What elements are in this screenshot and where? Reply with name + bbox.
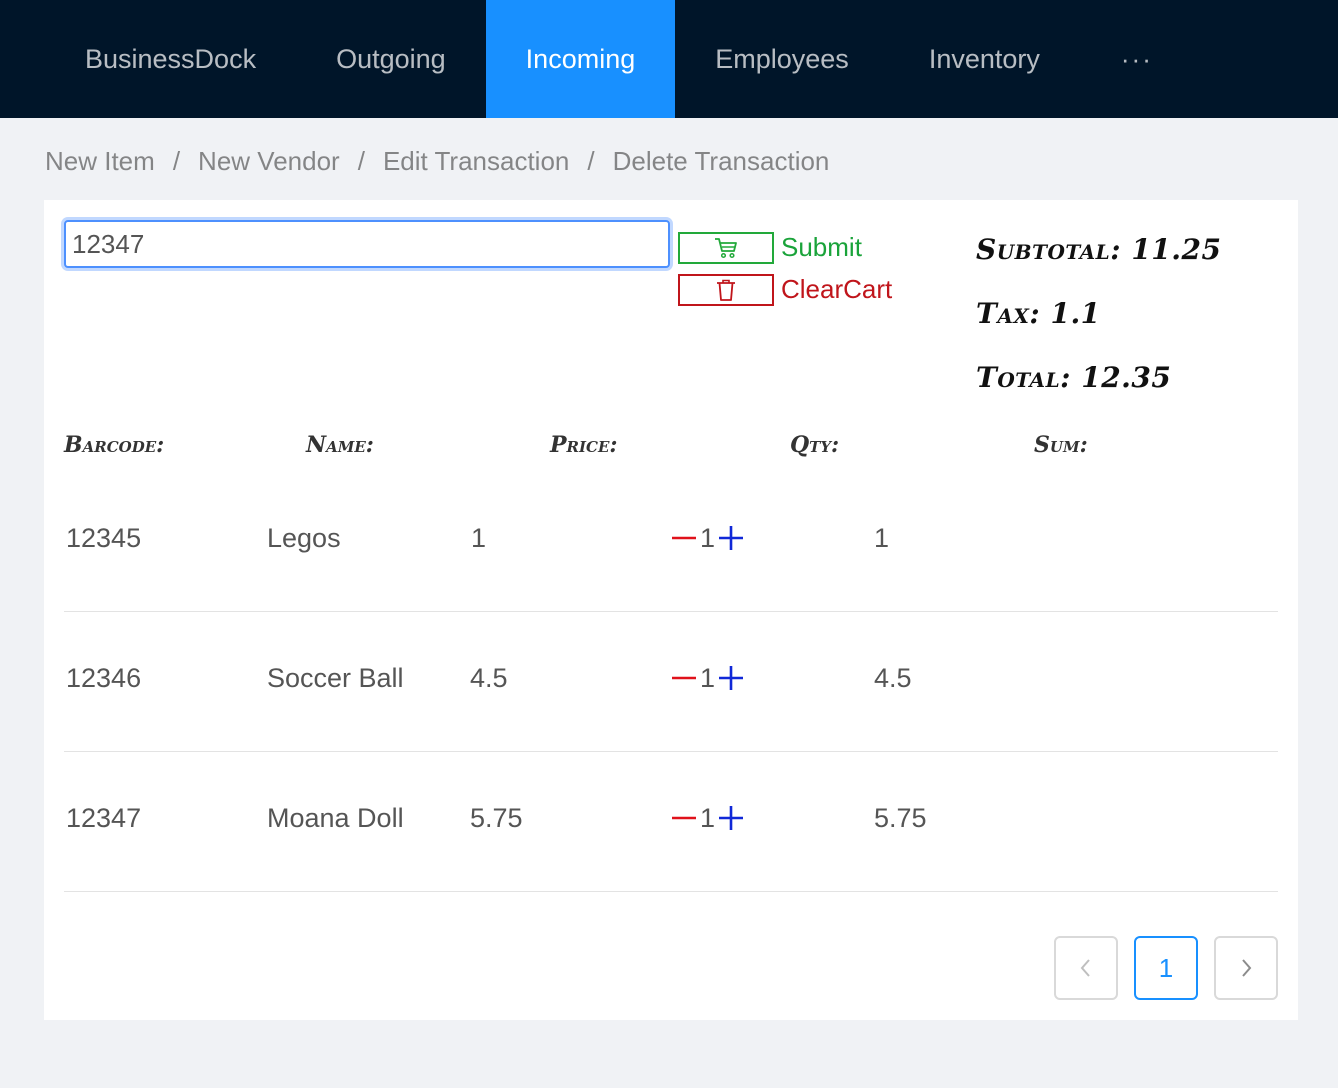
- breadcrumb-new-vendor[interactable]: New Vendor: [198, 146, 340, 177]
- cell-price: 4.5: [470, 663, 508, 693]
- qty-value: 1: [700, 802, 716, 833]
- breadcrumb-separator: /: [357, 145, 365, 176]
- cell-barcode: 12347: [66, 803, 142, 833]
- column-header-price: Price:: [550, 432, 618, 458]
- tax-text: Tax: 1.1: [976, 297, 1101, 330]
- qty-value: 1: [700, 662, 716, 693]
- column-header-sum: Sum:: [1034, 432, 1088, 458]
- column-header-barcode: Barcode:: [64, 432, 165, 458]
- totals-summary: Subtotal: 11.25 Tax: 1.1 Total: 12.35: [976, 230, 1222, 422]
- breadcrumb-separator: /: [587, 145, 595, 176]
- plus-icon[interactable]: [717, 524, 745, 552]
- plus-icon[interactable]: [717, 804, 745, 832]
- pagination-next-button[interactable]: [1214, 936, 1278, 1000]
- minus-icon[interactable]: [670, 664, 698, 692]
- clear-cart-label[interactable]: ClearCart: [781, 274, 892, 305]
- nav-item-outgoing[interactable]: Outgoing: [296, 0, 486, 118]
- transaction-panel: Submit ClearCart Subtotal: 11.25 Tax: 1.…: [44, 200, 1298, 1020]
- subtotal-text: Subtotal: 11.25: [976, 233, 1222, 266]
- pagination-prev-button[interactable]: [1054, 936, 1118, 1000]
- cart-icon: [715, 238, 737, 259]
- cell-name: Soccer Ball: [267, 663, 404, 693]
- minus-icon[interactable]: [670, 804, 698, 832]
- submit-label[interactable]: Submit: [781, 232, 862, 263]
- qty-value: 1: [700, 522, 716, 553]
- cell-name: Moana Doll: [267, 803, 404, 833]
- chevron-right-icon: [1242, 959, 1252, 977]
- nav-item-employees[interactable]: Employees: [675, 0, 889, 118]
- qty-stepper: 1: [670, 752, 745, 884]
- pagination-page-1[interactable]: 1: [1134, 936, 1198, 1000]
- barcode-input[interactable]: [64, 220, 670, 268]
- cell-sum: 1: [874, 523, 890, 553]
- total-text: Total: 12.35: [976, 361, 1172, 394]
- qty-stepper: 1: [670, 472, 745, 604]
- cell-name: Legos: [267, 523, 341, 553]
- breadcrumb-separator: /: [172, 145, 181, 176]
- table-row: 12346 Soccer Ball 4.5 1 4.5: [64, 612, 1278, 752]
- cell-price: 5.75: [470, 803, 523, 833]
- qty-stepper: 1: [670, 612, 745, 744]
- top-navigation: BusinessDock Outgoing Incoming Employees…: [0, 0, 1338, 118]
- cell-price: 1: [471, 523, 487, 553]
- plus-icon[interactable]: [717, 664, 745, 692]
- breadcrumb-delete-transaction[interactable]: Delete Transaction: [613, 146, 830, 177]
- table-row: 12345 Legos 1 1 1: [64, 472, 1278, 612]
- breadcrumb-edit-transaction[interactable]: Edit Transaction: [383, 146, 569, 177]
- cell-sum: 4.5: [874, 663, 912, 693]
- chevron-left-icon: [1080, 959, 1090, 977]
- breadcrumb: New Item / New Vendor / Edit Transaction…: [45, 140, 829, 182]
- column-header-name: Name:: [306, 432, 374, 458]
- breadcrumb-new-item[interactable]: New Item: [45, 146, 155, 177]
- nav-item-businessdock[interactable]: BusinessDock: [45, 0, 296, 118]
- clear-cart-button[interactable]: [678, 274, 774, 306]
- nav-more-menu[interactable]: ···: [1080, 0, 1194, 118]
- submit-button[interactable]: [678, 232, 774, 264]
- nav-item-incoming[interactable]: Incoming: [485, 0, 676, 118]
- cell-barcode: 12345: [66, 523, 142, 553]
- table-row: 12347 Moana Doll 5.75 1 5.75: [64, 752, 1278, 892]
- nav-item-inventory[interactable]: Inventory: [889, 0, 1080, 118]
- cell-sum: 5.75: [874, 803, 927, 833]
- column-header-qty: Qty:: [790, 432, 840, 458]
- cell-barcode: 12346: [66, 663, 142, 693]
- minus-icon[interactable]: [670, 524, 698, 552]
- trash-icon: [717, 279, 735, 301]
